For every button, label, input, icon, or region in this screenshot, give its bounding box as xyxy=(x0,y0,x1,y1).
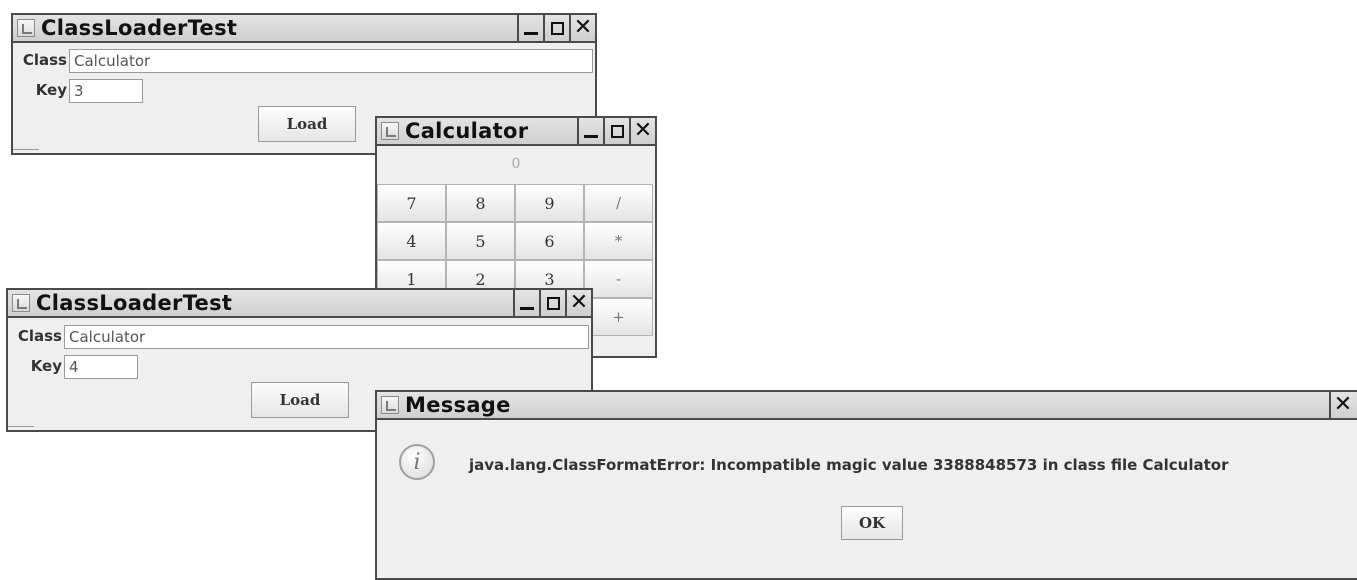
window-title: ClassLoaderTest xyxy=(36,291,233,315)
window-controls: ✕ xyxy=(517,15,595,41)
key-label: Key xyxy=(35,81,67,99)
class-label: Class xyxy=(17,327,62,345)
add-button[interactable]: + xyxy=(584,298,653,336)
divide-button[interactable]: / xyxy=(584,184,653,222)
key-9-button[interactable]: 9 xyxy=(515,184,584,222)
close-icon[interactable]: ✕ xyxy=(565,290,591,316)
key-5-button[interactable]: 5 xyxy=(446,222,515,260)
ok-button[interactable]: OK xyxy=(841,506,903,540)
load-button[interactable]: Load xyxy=(251,382,349,418)
multiply-button[interactable]: * xyxy=(584,222,653,260)
message-dialog: Message ✕ i java.lang.ClassFormatError: … xyxy=(375,390,1357,580)
java-app-icon xyxy=(12,294,30,312)
maximize-icon[interactable] xyxy=(539,290,565,316)
error-message: java.lang.ClassFormatError: Incompatible… xyxy=(469,456,1229,474)
minimize-icon[interactable] xyxy=(517,15,543,41)
calculator-display: 0 xyxy=(511,156,521,172)
java-app-icon xyxy=(381,122,399,140)
close-icon[interactable]: ✕ xyxy=(569,15,595,41)
resize-grip xyxy=(8,426,34,431)
window-title: Calculator xyxy=(405,119,529,143)
close-icon[interactable]: ✕ xyxy=(1329,392,1355,418)
info-icon: i xyxy=(399,444,435,480)
class-input[interactable] xyxy=(69,49,593,73)
minimize-icon[interactable] xyxy=(577,118,603,144)
window-controls: ✕ xyxy=(1329,392,1355,418)
title-bar[interactable]: Message ✕ xyxy=(377,392,1357,420)
load-button[interactable]: Load xyxy=(258,106,356,142)
dialog-title: Message xyxy=(405,393,511,417)
resize-grip xyxy=(13,149,39,154)
title-bar[interactable]: ClassLoaderTest ✕ xyxy=(8,290,591,318)
maximize-icon[interactable] xyxy=(603,118,629,144)
title-bar[interactable]: Calculator ✕ xyxy=(377,118,655,146)
window-title: ClassLoaderTest xyxy=(41,16,238,40)
java-app-icon xyxy=(381,396,399,414)
java-app-icon xyxy=(17,19,35,37)
title-bar[interactable]: ClassLoaderTest ✕ xyxy=(13,15,595,43)
class-label: Class xyxy=(22,51,67,69)
close-icon[interactable]: ✕ xyxy=(629,118,655,144)
key-7-button[interactable]: 7 xyxy=(377,184,446,222)
window-controls: ✕ xyxy=(577,118,655,144)
subtract-button[interactable]: - xyxy=(584,260,653,298)
key-8-button[interactable]: 8 xyxy=(446,184,515,222)
minimize-icon[interactable] xyxy=(513,290,539,316)
class-input[interactable] xyxy=(64,325,589,349)
key-input[interactable] xyxy=(69,79,143,103)
key-4-button[interactable]: 4 xyxy=(377,222,446,260)
window-controls: ✕ xyxy=(513,290,591,316)
key-input[interactable] xyxy=(64,355,138,379)
maximize-icon[interactable] xyxy=(543,15,569,41)
key-label: Key xyxy=(30,357,62,375)
key-6-button[interactable]: 6 xyxy=(515,222,584,260)
